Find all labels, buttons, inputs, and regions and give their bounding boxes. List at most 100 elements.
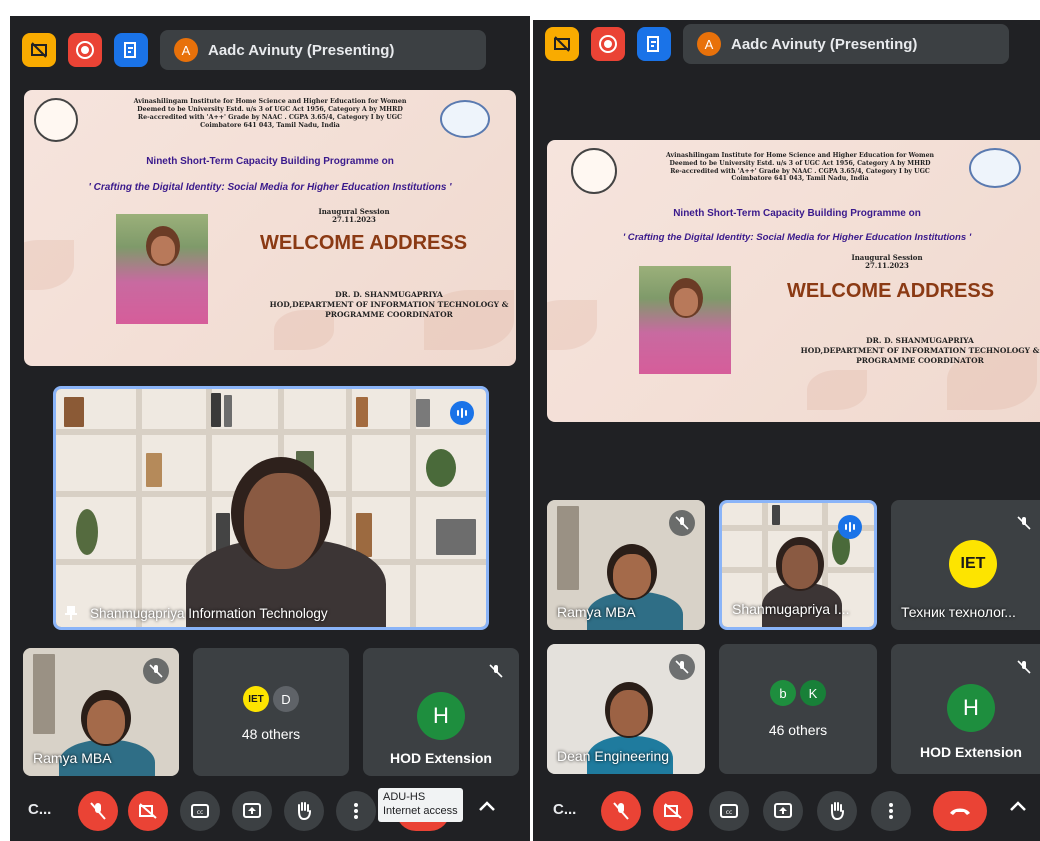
hand-icon	[831, 802, 844, 821]
muted-mic-icon	[143, 658, 169, 684]
present-screen-button[interactable]	[232, 791, 272, 831]
network-tooltip: ADU-HS Internet access	[378, 788, 463, 822]
others-count: 46 others	[768, 722, 828, 738]
svg-text:cc: cc	[726, 809, 733, 816]
speaking-indicator-icon	[838, 515, 862, 539]
institution-text: Avinashilingam Institute for Home Scienc…	[133, 98, 407, 129]
iet-logo-avatar: IET	[949, 540, 997, 588]
captions-icon: cc	[720, 804, 738, 818]
participant-avatar: K	[800, 680, 826, 706]
no-video-icon-button[interactable]	[22, 33, 56, 67]
presentation-slide: Avinashilingam Institute for Home Scienc…	[24, 90, 516, 366]
more-options-button[interactable]	[336, 791, 376, 831]
tile-hod-extension[interactable]: H HOD Extension	[891, 644, 1040, 774]
speaker-photo	[639, 266, 731, 374]
programme-title: Nineth Short-Term Capacity Building Prog…	[146, 156, 394, 167]
captions-icon: cc	[191, 804, 209, 818]
pinned-video-tile[interactable]: Shanmugapriya Information Technology	[53, 386, 489, 630]
muted-mic-icon	[669, 510, 695, 536]
muted-mic-icon	[483, 658, 509, 684]
camera-off-icon	[139, 803, 157, 819]
others-count: 48 others	[241, 726, 301, 742]
emblem-icon	[440, 100, 490, 138]
tile-tech[interactable]: IET Техник технолог...	[891, 500, 1040, 630]
raise-hand-button[interactable]	[817, 791, 857, 831]
participant-avatar: D	[273, 686, 299, 712]
camera-toggle-button[interactable]	[128, 791, 168, 831]
more-vert-icon	[354, 803, 358, 819]
presentation-slide: Avinashilingam Institute for Home Scienc…	[547, 140, 1040, 422]
slide-heading: WELCOME ADDRESS	[260, 232, 468, 254]
programme-theme: ' Crafting the Digital Identity: Social …	[622, 232, 972, 243]
captions-button[interactable]: cc	[709, 791, 749, 831]
speaker-photo	[116, 214, 208, 324]
mic-toggle-button[interactable]	[601, 791, 641, 831]
present-icon	[774, 803, 792, 818]
tile-shanmugapriya[interactable]: Shanmugapriya I...	[719, 500, 877, 630]
no-video-icon-button[interactable]	[545, 27, 579, 61]
meet-window-left: A Aadc Avinuty (Presenting) Avinashiling…	[10, 16, 530, 841]
call-controls: C... cc ADU-HS Internet access	[10, 781, 530, 841]
present-screen-button[interactable]	[763, 791, 803, 831]
tile-ramya-mba[interactable]: Ramya MBA	[23, 648, 179, 776]
meeting-code[interactable]: C...	[28, 801, 51, 818]
present-icon	[243, 803, 261, 818]
hang-up-icon	[950, 808, 970, 815]
mic-off-icon	[613, 802, 629, 820]
university-seal-icon	[571, 148, 617, 194]
camera-off-icon	[664, 803, 682, 819]
leave-call-button[interactable]	[933, 791, 987, 831]
camera-toggle-button[interactable]	[653, 791, 693, 831]
tile-ramya-mba[interactable]: Ramya MBA	[547, 500, 705, 630]
presenter-pill[interactable]: A Aadc Avinuty (Presenting)	[160, 30, 486, 70]
tile-others[interactable]: b K 46 others	[719, 644, 877, 774]
top-bar: A Aadc Avinuty (Presenting)	[545, 24, 1009, 64]
presenter-avatar: A	[174, 38, 198, 62]
institution-text: Avinashilingam Institute for Home Scienc…	[665, 152, 935, 183]
record-button[interactable]	[68, 33, 102, 67]
activities-button[interactable]	[114, 33, 148, 67]
participant-name: Shanmugapriya I...	[732, 601, 850, 617]
participant-name: Техник технолог...	[901, 604, 1016, 620]
record-button[interactable]	[591, 27, 625, 61]
tile-hod-extension[interactable]: H HOD Extension	[363, 648, 519, 776]
iet-avatar: IET	[243, 686, 269, 712]
mic-toggle-button[interactable]	[78, 791, 118, 831]
meeting-code[interactable]: C...	[553, 801, 576, 818]
participant-name: Dean Engineering	[557, 748, 670, 764]
record-icon	[599, 35, 617, 53]
tile-dean-engineering[interactable]: Dean Engineering	[547, 644, 705, 774]
muted-mic-icon	[1011, 510, 1037, 536]
svg-text:cc: cc	[197, 809, 204, 816]
call-controls: C... cc	[533, 781, 1040, 841]
presenter-name: Aadc Avinuty (Presenting)	[731, 35, 918, 53]
chevron-up-icon	[479, 801, 495, 811]
camera-off-icon	[31, 42, 47, 58]
programme-title: Nineth Short-Term Capacity Building Prog…	[673, 208, 921, 219]
activities-button[interactable]	[637, 27, 671, 61]
captions-button[interactable]: cc	[180, 791, 220, 831]
speaker-details: DR. D. SHANMUGAPRIYA HOD,DEPARTMENT OF I…	[800, 336, 1040, 365]
presenter-pill[interactable]: A Aadc Avinuty (Presenting)	[683, 24, 1009, 64]
speaking-indicator-icon	[450, 401, 474, 425]
session-info: Inaugural Session 27.11.2023	[851, 253, 923, 271]
more-vert-icon	[889, 803, 893, 819]
hand-icon	[298, 802, 311, 821]
pinned-participant-label: Shanmugapriya Information Technology	[64, 605, 328, 621]
more-options-button[interactable]	[871, 791, 911, 831]
expand-controls-button[interactable]	[1009, 799, 1027, 817]
presenter-avatar: A	[697, 32, 721, 56]
raise-hand-button[interactable]	[284, 791, 324, 831]
tile-others[interactable]: IET D 48 others	[193, 648, 349, 776]
expand-controls-button[interactable]	[478, 799, 496, 817]
participant-name: HOD Extension	[390, 750, 492, 766]
camera-off-icon	[554, 36, 570, 52]
hod-avatar: H	[947, 684, 995, 732]
slide-heading: WELCOME ADDRESS	[787, 280, 995, 302]
session-info: Inaugural Session 27.11.2023	[318, 207, 390, 225]
university-seal-icon	[34, 98, 78, 142]
meet-window-right: A Aadc Avinuty (Presenting) Avinashiling…	[533, 20, 1040, 841]
programme-theme: ' Crafting the Digital Identity: Social …	[88, 182, 452, 193]
participant-name: Ramya MBA	[33, 750, 112, 766]
top-bar: A Aadc Avinuty (Presenting)	[22, 30, 486, 70]
